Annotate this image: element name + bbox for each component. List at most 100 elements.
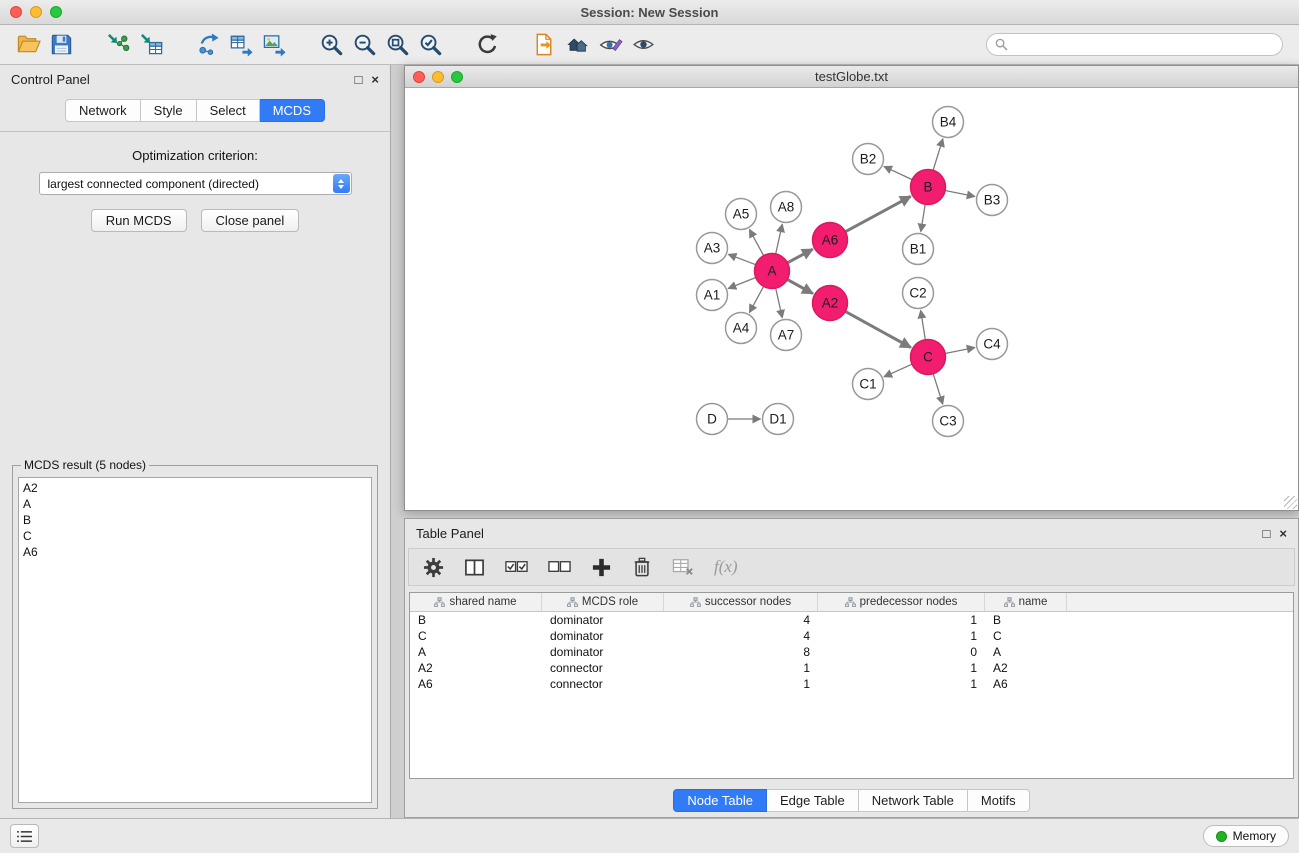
float-table-panel-icon[interactable]: □ (1263, 527, 1271, 540)
graph-edge-A-A2[interactable] (787, 280, 813, 294)
graph-node-B3[interactable]: B3 (977, 185, 1008, 216)
tab-style[interactable]: Style (141, 99, 197, 122)
network-canvas[interactable]: B4B2BB3A8A5A6A3B1AC2A1A2A4A7C4CC1C3DD1 (405, 88, 1298, 510)
graph-edge-A6-B[interactable] (845, 196, 910, 231)
graph-node-B[interactable]: B (911, 170, 946, 205)
show-panels-button[interactable] (10, 824, 39, 848)
graph-edge-A2-C[interactable] (845, 311, 911, 347)
graph-node-B1[interactable]: B1 (903, 234, 934, 265)
graph-node-B2[interactable]: B2 (853, 144, 884, 175)
tab-node-table[interactable]: Node Table (673, 789, 767, 812)
table-settings-button[interactable] (423, 557, 444, 578)
graph-edge-A-A1[interactable] (728, 278, 756, 289)
graph-node-A1[interactable]: A1 (697, 280, 728, 311)
graph-node-D[interactable]: D (697, 404, 728, 435)
delete-column-button[interactable] (632, 556, 652, 578)
float-panel-icon[interactable]: □ (355, 73, 363, 86)
column-browser-button[interactable] (464, 557, 485, 578)
graph-node-A6[interactable]: A6 (813, 223, 848, 258)
delete-table-button[interactable] (672, 557, 694, 577)
graph-edge-A-A6[interactable] (787, 249, 812, 263)
graph-edge-B-B1[interactable] (921, 204, 925, 231)
close-network-window-button[interactable] (413, 71, 425, 83)
import-table-button[interactable] (135, 28, 168, 61)
tab-motifs[interactable]: Motifs (968, 789, 1030, 812)
table-row[interactable]: Cdominator41C (410, 628, 1293, 644)
column-header-name[interactable]: name (985, 593, 1067, 611)
graph-edge-B-B4[interactable] (933, 139, 943, 171)
birds-eye-button[interactable] (627, 28, 660, 61)
search-input[interactable] (986, 33, 1283, 56)
close-table-panel-icon[interactable]: × (1279, 527, 1287, 540)
graph-edge-A-A8[interactable] (776, 224, 783, 254)
deselect-all-columns-button[interactable] (548, 560, 571, 574)
optimization-criterion-dropdown[interactable]: largest connected component (directed) (39, 172, 352, 195)
close-panel-icon[interactable]: × (371, 73, 379, 86)
select-all-columns-button[interactable] (505, 560, 528, 574)
minimize-network-window-button[interactable] (432, 71, 444, 83)
close-panel-button[interactable]: Close panel (201, 209, 300, 232)
graph-node-A4[interactable]: A4 (726, 313, 757, 344)
graph-edge-A-A5[interactable] (749, 229, 763, 255)
graph-node-A2[interactable]: A2 (813, 286, 848, 321)
zoom-window-button[interactable] (50, 6, 62, 18)
table-row[interactable]: Bdominator41B (410, 612, 1293, 628)
graph-node-A[interactable]: A (755, 254, 790, 289)
graph-node-C1[interactable]: C1 (853, 369, 884, 400)
zoom-selected-button[interactable] (414, 28, 447, 61)
export-network-button[interactable] (192, 28, 225, 61)
column-header-shared-name[interactable]: shared name (410, 593, 542, 611)
graphics-details-button[interactable] (594, 28, 627, 61)
home-button[interactable] (561, 28, 594, 61)
table-row[interactable]: A6connector11A6 (410, 676, 1293, 692)
zoom-out-button[interactable] (348, 28, 381, 61)
list-item[interactable]: A2 (23, 480, 367, 496)
resize-grip[interactable] (1284, 496, 1297, 509)
save-session-button[interactable] (45, 28, 78, 61)
column-header-successor-nodes[interactable]: successor nodes (664, 593, 818, 611)
tab-mcds[interactable]: MCDS (260, 99, 325, 122)
graph-node-C[interactable]: C (911, 340, 946, 375)
graph-edge-C-C3[interactable] (933, 374, 943, 405)
graph-node-C2[interactable]: C2 (903, 278, 934, 309)
add-column-button[interactable] (591, 557, 612, 578)
list-item[interactable]: C (23, 528, 367, 544)
table-row[interactable]: A2connector11A2 (410, 660, 1293, 676)
export-table-button[interactable] (225, 28, 258, 61)
graph-edge-C-C2[interactable] (921, 310, 926, 339)
minimize-window-button[interactable] (30, 6, 42, 18)
column-header-predecessor-nodes[interactable]: predecessor nodes (818, 593, 985, 611)
memory-button[interactable]: Memory (1203, 825, 1289, 847)
graph-edge-C-C1[interactable] (884, 364, 912, 377)
zoom-fit-button[interactable] (381, 28, 414, 61)
export-image-button[interactable] (258, 28, 291, 61)
open-file-button[interactable] (12, 28, 45, 61)
function-builder-button[interactable]: f(x) (714, 557, 738, 577)
table-row[interactable]: Adominator80A (410, 644, 1293, 660)
graph-node-C4[interactable]: C4 (977, 329, 1008, 360)
graph-edge-A-A4[interactable] (749, 286, 763, 312)
graph-edge-B-B2[interactable] (884, 166, 912, 179)
open-session-button[interactable] (528, 28, 561, 61)
graph-edge-A-A3[interactable] (728, 254, 755, 264)
graph-node-A8[interactable]: A8 (771, 192, 802, 223)
tab-edge-table[interactable]: Edge Table (767, 789, 859, 812)
close-window-button[interactable] (10, 6, 22, 18)
zoom-in-button[interactable] (315, 28, 348, 61)
list-item[interactable]: A (23, 496, 367, 512)
zoom-network-window-button[interactable] (451, 71, 463, 83)
list-item[interactable]: B (23, 512, 367, 528)
column-header-mcds-role[interactable]: MCDS role (542, 593, 664, 611)
graph-node-D1[interactable]: D1 (763, 404, 794, 435)
graph-edge-B-B3[interactable] (945, 191, 975, 197)
run-mcds-button[interactable]: Run MCDS (91, 209, 187, 232)
graph-node-B4[interactable]: B4 (933, 107, 964, 138)
graph-node-A3[interactable]: A3 (697, 233, 728, 264)
list-item[interactable]: A6 (23, 544, 367, 560)
graph-edge-C-C4[interactable] (945, 348, 975, 354)
refresh-button[interactable] (471, 28, 504, 61)
mcds-result-list[interactable]: A2ABCA6 (18, 477, 372, 803)
tab-select[interactable]: Select (197, 99, 260, 122)
graph-node-A5[interactable]: A5 (726, 199, 757, 230)
tab-network[interactable]: Network (65, 99, 141, 122)
